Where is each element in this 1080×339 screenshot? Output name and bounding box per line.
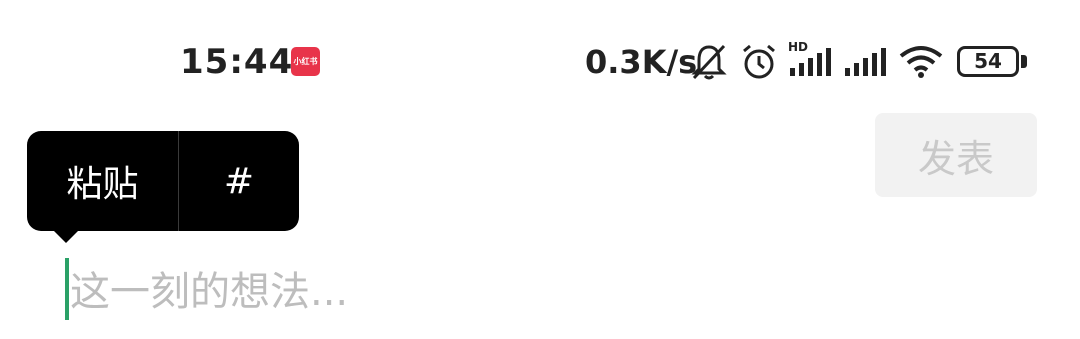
battery-level: 54 [974,49,1002,73]
status-bar: 15:44 小红书 0.3K/s HD 54 [0,0,1080,110]
app-notification-icon: 小红书 [291,47,320,76]
bell-muted-icon [691,44,727,80]
battery-tip [1021,55,1027,68]
network-speed: 0.3K/s [585,43,698,81]
screen: 15:44 小红书 0.3K/s HD 54 发表 粘贴 # 这一刻的想法... [0,0,1080,339]
battery-icon: 54 [957,46,1019,77]
signal-hd-icon [790,48,831,76]
paste-menu-item[interactable]: 粘贴 [27,131,178,231]
alarm-clock-icon [743,44,775,79]
moment-text-input[interactable] [70,262,850,322]
wifi-icon [899,46,943,78]
context-menu-pointer [52,229,80,243]
text-caret [65,258,69,320]
status-time: 15:44 [180,42,294,82]
text-context-menu: 粘贴 # [27,131,299,231]
signal-icon [845,48,886,76]
publish-button[interactable]: 发表 [875,113,1037,197]
hashtag-menu-item[interactable]: # [179,131,299,231]
